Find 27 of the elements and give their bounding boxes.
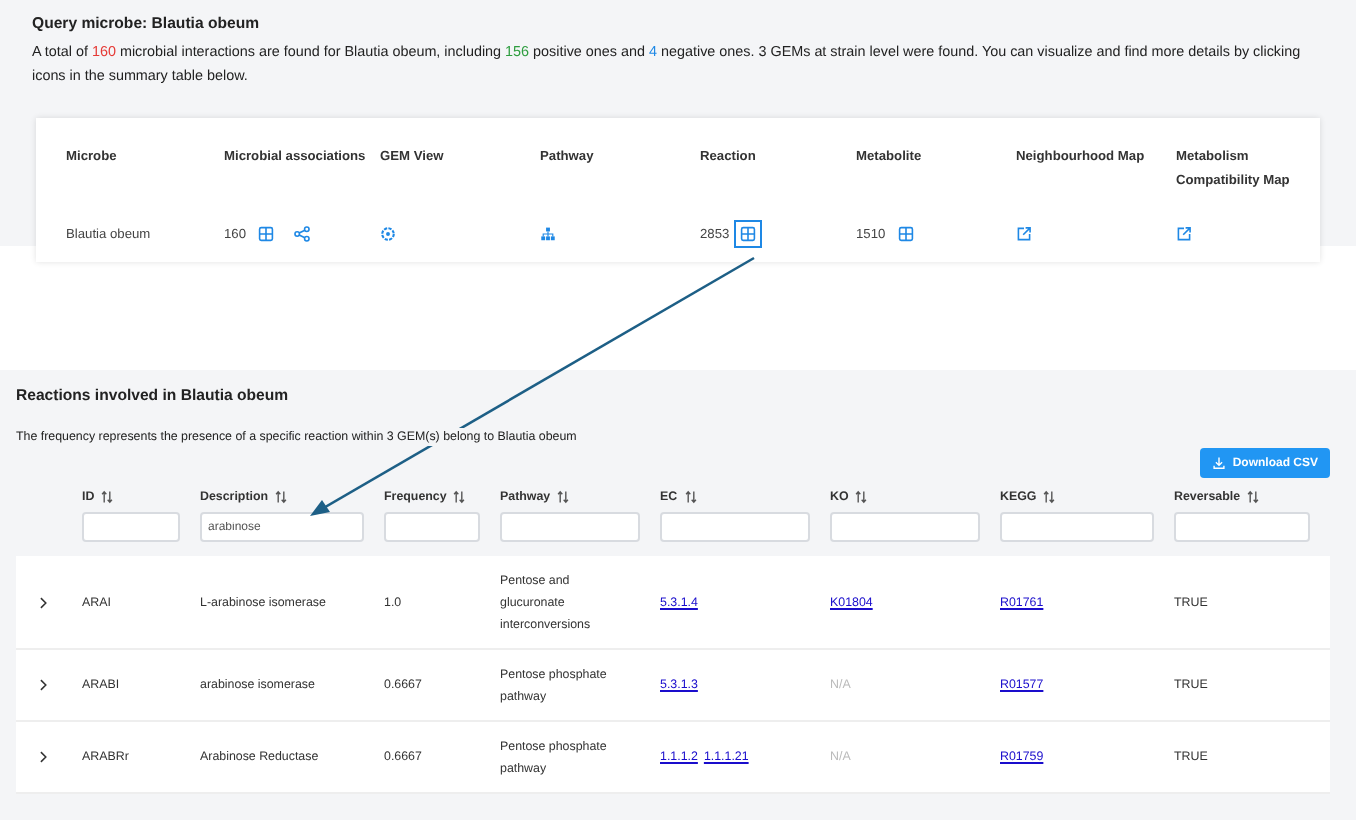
download-icon: [1212, 456, 1227, 470]
sort-icon[interactable]: [556, 490, 571, 504]
settings-icon[interactable]: [380, 226, 396, 242]
filter-field[interactable]: [384, 512, 480, 542]
table-icon[interactable]: [733, 220, 762, 248]
filter-field[interactable]: [830, 512, 980, 542]
filter-field[interactable]: [660, 512, 810, 542]
share-icon[interactable]: [294, 226, 311, 242]
external-link-icon[interactable]: [1016, 226, 1032, 242]
table-icon[interactable]: [897, 226, 914, 242]
sort-icon[interactable]: [1042, 490, 1057, 504]
sort-icon[interactable]: [452, 490, 467, 504]
table-icon[interactable]: [258, 226, 275, 242]
hierarchy-icon[interactable]: [540, 226, 556, 242]
sort-icon[interactable]: [854, 490, 869, 504]
sort-icon[interactable]: [1246, 490, 1261, 504]
filter-field[interactable]: [82, 512, 180, 542]
expand-icon[interactable]: [36, 595, 50, 609]
sort-icon[interactable]: [100, 490, 115, 504]
external-link-icon[interactable]: [1176, 226, 1192, 242]
filter-field[interactable]: [1174, 512, 1310, 542]
filter-field[interactable]: [1000, 512, 1154, 542]
expand-icon[interactable]: [36, 678, 50, 692]
filter-field[interactable]: [500, 512, 640, 542]
sort-icon[interactable]: [274, 490, 289, 504]
sort-icon[interactable]: [683, 490, 698, 504]
expand-icon[interactable]: [36, 750, 50, 764]
